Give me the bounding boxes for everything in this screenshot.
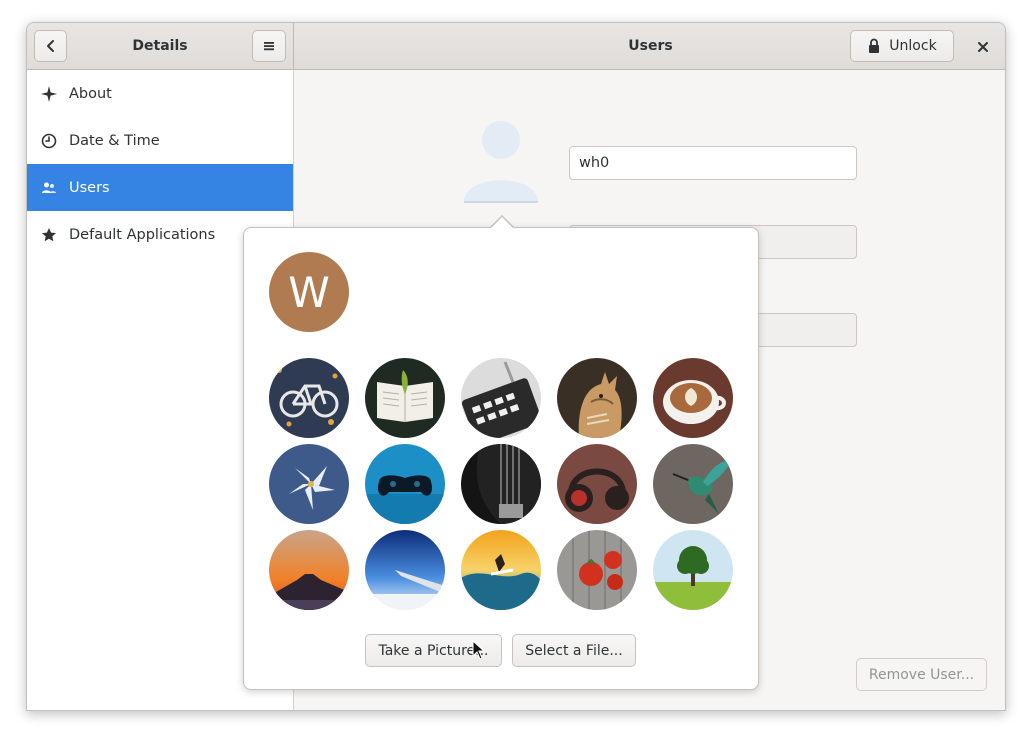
headerbar: Details Users Unlock — [27, 23, 1005, 70]
clock-icon — [41, 133, 57, 149]
calculator-avatar[interactable] — [461, 358, 541, 438]
sidebar-item-date-time[interactable]: Date & Time — [27, 117, 293, 164]
tomatoes-avatar[interactable] — [557, 530, 637, 610]
select-file-button[interactable]: Select a File... — [512, 634, 636, 667]
avatar-chooser-popover: W Take a Picture... Select a File... — [243, 227, 759, 690]
user-avatar-button[interactable] — [462, 118, 542, 204]
cat-avatar[interactable] — [557, 358, 637, 438]
close-icon — [978, 42, 988, 52]
users-icon — [41, 180, 57, 196]
mountain-avatar[interactable] — [269, 530, 349, 610]
sidebar-item-label: Users — [69, 179, 110, 196]
coffee-avatar[interactable] — [653, 358, 733, 438]
gamepad-avatar[interactable] — [365, 444, 445, 524]
flower-avatar[interactable] — [269, 444, 349, 524]
chevron-left-icon — [46, 40, 54, 52]
remove-user-button[interactable]: Remove User... — [856, 658, 987, 691]
sidebar-item-label: Date & Time — [69, 132, 160, 149]
sidebar-item-users[interactable]: Users — [27, 164, 293, 211]
tree-avatar[interactable] — [653, 530, 733, 610]
unlock-label: Unlock — [889, 38, 937, 54]
popover-arrow-fill — [491, 217, 513, 228]
headphones-avatar[interactable] — [557, 444, 637, 524]
close-button[interactable] — [973, 37, 993, 57]
sidebar-title: Details — [132, 38, 188, 54]
star-icon — [41, 227, 57, 243]
book-avatar[interactable] — [365, 358, 445, 438]
sidebar-item-label: About — [69, 85, 112, 102]
sidebar-item-about[interactable]: About — [27, 70, 293, 117]
avatar-default-icon — [464, 121, 538, 203]
unlock-button[interactable]: Unlock — [850, 30, 954, 62]
sparkle-icon — [41, 85, 57, 102]
sidebar-item-label: Default Applications — [69, 226, 216, 243]
lock-icon — [869, 38, 880, 53]
guitar-avatar[interactable] — [461, 444, 541, 524]
initial-avatar[interactable]: W — [269, 252, 349, 332]
bicycle-avatar[interactable] — [269, 358, 349, 438]
username-field[interactable]: wh0 — [569, 146, 857, 180]
hummingbird-avatar[interactable] — [653, 444, 733, 524]
plane-avatar[interactable] — [365, 530, 445, 610]
mouse-pointer-icon — [472, 640, 486, 660]
menu-button[interactable] — [252, 30, 286, 62]
hamburger-menu-icon — [264, 42, 274, 51]
surfer-avatar[interactable] — [461, 530, 541, 610]
back-button[interactable] — [34, 30, 67, 62]
